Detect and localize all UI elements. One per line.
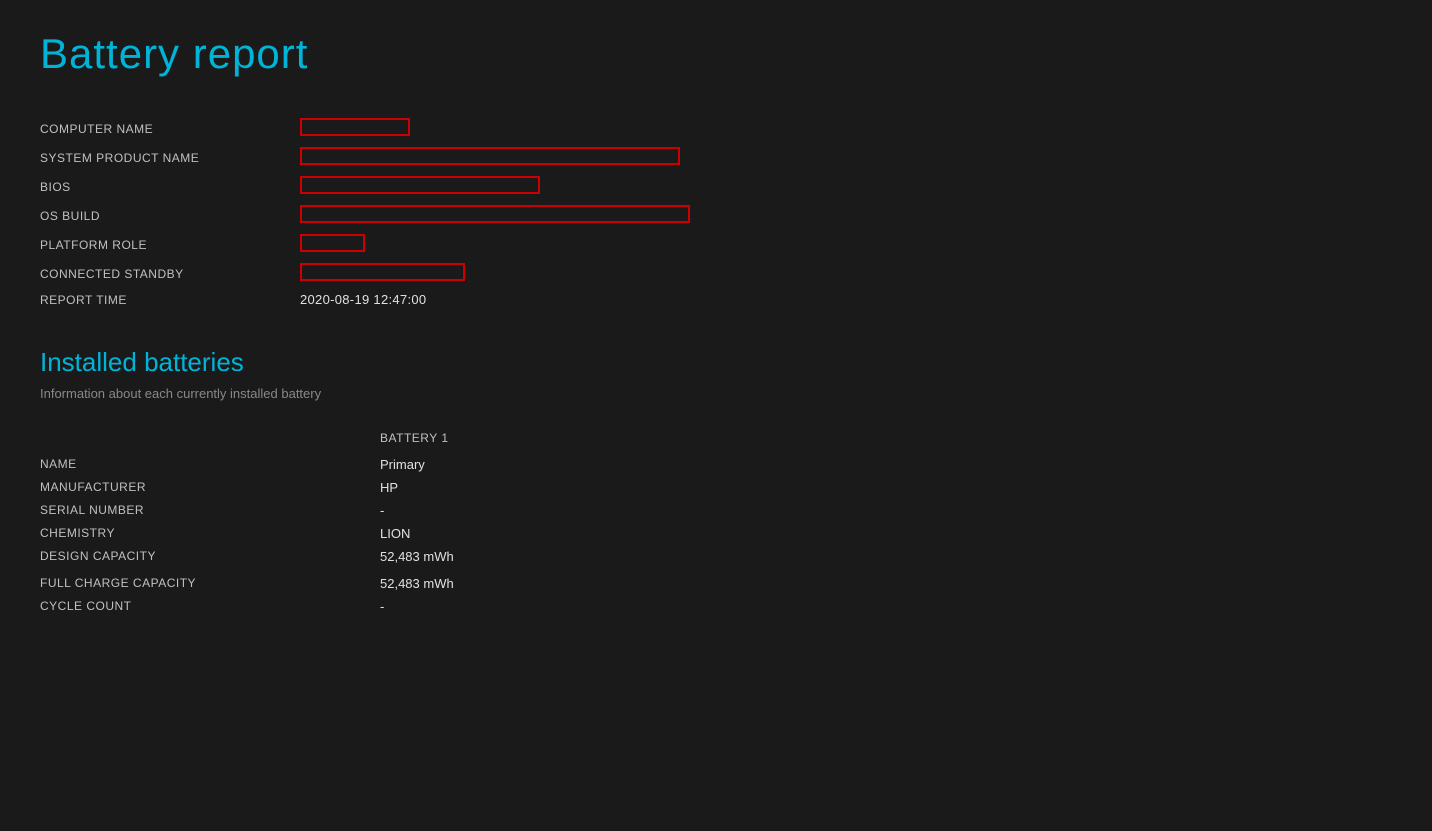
- platform-role-row: PLATFORM ROLE: [40, 234, 1392, 255]
- battery-name-label: NAME: [40, 457, 380, 472]
- battery-design-capacity-label: DESIGN CAPACITY: [40, 549, 380, 564]
- battery-design-capacity-value: 52,483 mWh: [380, 549, 454, 564]
- battery-header-row: BATTERY 1: [40, 431, 1392, 445]
- battery-full-charge-value: 52,483 mWh: [380, 576, 454, 591]
- report-time-row: REPORT TIME 2020-08-19 12:47:00: [40, 292, 1392, 307]
- bios-value: [300, 176, 540, 197]
- battery-cycle-count-row: CYCLE COUNT -: [40, 599, 1392, 614]
- system-product-name-label: SYSTEM PRODUCT NAME: [40, 151, 300, 165]
- battery-name-value: Primary: [380, 457, 425, 472]
- computer-name-label: COMPUTER NAME: [40, 122, 300, 136]
- bios-row: BIOS: [40, 176, 1392, 197]
- report-time-label: REPORT TIME: [40, 293, 300, 307]
- battery-serial-value: -: [380, 503, 384, 518]
- os-build-label: OS BUILD: [40, 209, 300, 223]
- report-time-value: 2020-08-19 12:47:00: [300, 292, 426, 307]
- computer-name-value: [300, 118, 410, 139]
- battery-full-charge-label: FULL CHARGE CAPACITY: [40, 576, 380, 591]
- battery-name-row: NAME Primary: [40, 457, 1392, 472]
- system-info-table: COMPUTER NAME SYSTEM PRODUCT NAME BIOS O…: [40, 118, 1392, 307]
- battery-label-col-empty: [40, 431, 380, 445]
- connected-standby-value: [300, 263, 465, 284]
- platform-role-value: [300, 234, 365, 255]
- battery-chemistry-value: LION: [380, 526, 410, 541]
- battery-manufacturer-value: HP: [380, 480, 398, 495]
- batteries-section: Installed batteries Information about ea…: [40, 347, 1392, 614]
- battery-1-header: BATTERY 1: [380, 431, 449, 445]
- battery-full-charge-row: FULL CHARGE CAPACITY 52,483 mWh: [40, 576, 1392, 591]
- batteries-section-subtitle: Information about each currently install…: [40, 386, 1392, 401]
- battery-manufacturer-label: MANUFACTURER: [40, 480, 380, 495]
- os-build-value: [300, 205, 690, 226]
- connected-standby-label: CONNECTED STANDBY: [40, 267, 300, 281]
- platform-role-label: PLATFORM ROLE: [40, 238, 300, 252]
- battery-chemistry-row: CHEMISTRY LION: [40, 526, 1392, 541]
- computer-name-row: COMPUTER NAME: [40, 118, 1392, 139]
- bios-label: BIOS: [40, 180, 300, 194]
- battery-serial-row: SERIAL NUMBER -: [40, 503, 1392, 518]
- system-product-name-value: [300, 147, 680, 168]
- os-build-row: OS BUILD: [40, 205, 1392, 226]
- battery-chemistry-label: CHEMISTRY: [40, 526, 380, 541]
- battery-design-capacity-row: DESIGN CAPACITY 52,483 mWh: [40, 549, 1392, 564]
- connected-standby-row: CONNECTED STANDBY: [40, 263, 1392, 284]
- battery-cycle-count-label: CYCLE COUNT: [40, 599, 380, 614]
- batteries-section-title: Installed batteries: [40, 347, 1392, 378]
- page-title: Battery report: [40, 30, 1392, 78]
- battery-serial-label: SERIAL NUMBER: [40, 503, 380, 518]
- battery-cycle-count-value: -: [380, 599, 384, 614]
- system-product-name-row: SYSTEM PRODUCT NAME: [40, 147, 1392, 168]
- battery-manufacturer-row: MANUFACTURER HP: [40, 480, 1392, 495]
- battery-table: BATTERY 1 NAME Primary MANUFACTURER HP S…: [40, 431, 1392, 614]
